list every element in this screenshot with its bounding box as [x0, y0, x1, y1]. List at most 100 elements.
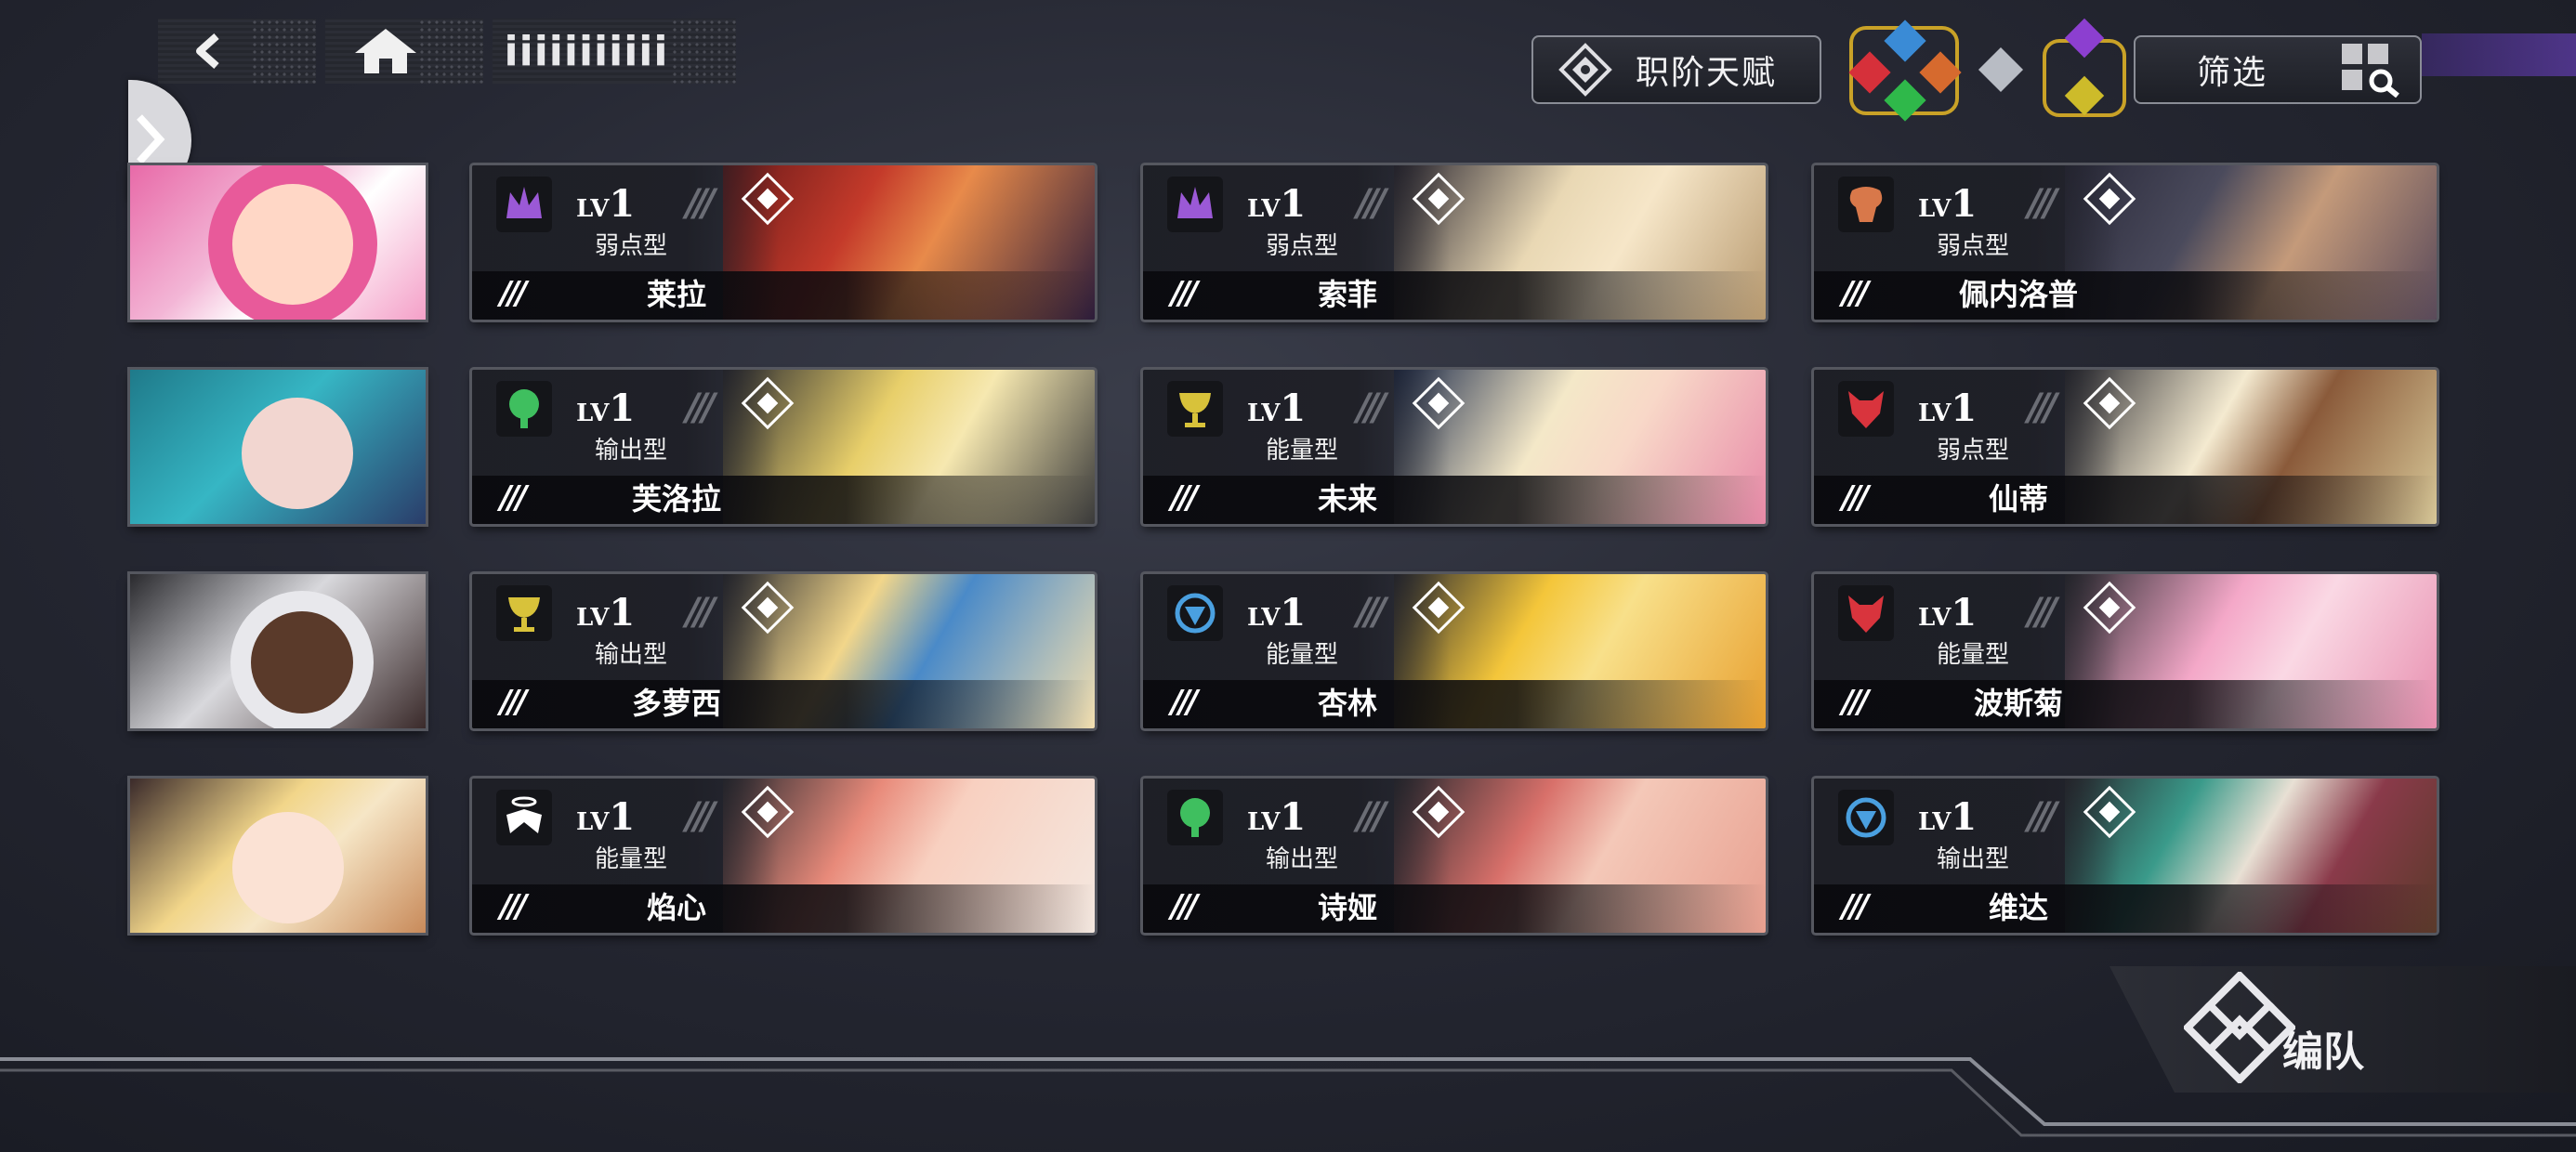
- decor-slash: ///: [686, 182, 716, 225]
- character-name: 芙洛拉: [631, 481, 721, 517]
- character-card[interactable]: LV1 /// 能量型 /// 焰心: [472, 779, 1095, 933]
- decor-slash: ///: [1357, 795, 1387, 838]
- level-number: 1: [1280, 591, 1307, 635]
- chalice-icon: [1167, 381, 1223, 437]
- class-talent-button[interactable]: 职阶天赋: [1531, 35, 1821, 104]
- tree-icon: [496, 381, 552, 437]
- filter-button[interactable]: 筛选: [2134, 35, 2422, 104]
- star-rating: ///: [1171, 684, 1198, 721]
- class-type: 弱点型: [595, 232, 668, 260]
- character-name: 仙蒂: [1988, 481, 2048, 517]
- decor-slash: ///: [2028, 182, 2057, 225]
- shield-icon: [1167, 585, 1223, 641]
- star-rating: ///: [1842, 275, 1869, 312]
- level-number: 1: [1280, 386, 1307, 430]
- star-rating: ///: [1171, 275, 1198, 312]
- character-card[interactable]: LV1 /// 能量型 /// 未来: [1143, 370, 1766, 524]
- character-card[interactable]: LV1 /// 输出型 /// 多萝西: [472, 574, 1095, 728]
- back-button[interactable]: [158, 19, 316, 84]
- level-number: 1: [609, 386, 636, 430]
- level-number: 1: [1951, 795, 1978, 839]
- class-type: 能量型: [1266, 437, 1339, 465]
- team-slot-portrait-3[interactable]: [130, 574, 426, 728]
- character-name: 诗娅: [1317, 890, 1377, 925]
- character-card[interactable]: LV1 /// 能量型 /// 波斯菊: [1814, 574, 2437, 728]
- neutral-element-icon[interactable]: [1978, 46, 2024, 93]
- decor-slash: ///: [1357, 182, 1387, 225]
- class-type: 输出型: [1266, 845, 1339, 873]
- formation-button[interactable]: 编队: [2109, 966, 2576, 1093]
- home-icon: [355, 29, 416, 73]
- star-rating: ///: [500, 888, 527, 925]
- formation-label: 编队: [2282, 1028, 2364, 1076]
- star-rating: ///: [1171, 479, 1198, 517]
- crown-icon: [1167, 177, 1223, 232]
- character-card[interactable]: LV1 /// 能量型 /// 杏林: [1143, 574, 1766, 728]
- wolf-icon: [1838, 585, 1894, 641]
- star-rating: ///: [500, 479, 527, 517]
- decor-slash: ///: [2028, 386, 2057, 429]
- level-label: LV: [1918, 399, 1952, 427]
- character-face: [242, 398, 353, 509]
- level-label: LV: [1247, 604, 1281, 632]
- character-card[interactable]: LV1 /// 输出型 /// 维达: [1814, 779, 2437, 933]
- class-type: 弱点型: [1937, 437, 2010, 465]
- character-card[interactable]: LV1 /// 弱点型 /// 仙蒂: [1814, 370, 2437, 524]
- title-tab[interactable]: iiiiiiiiiii: [493, 19, 736, 84]
- level-number: 1: [1951, 591, 1978, 635]
- wings-icon: [496, 790, 552, 845]
- character-name: 焰心: [646, 890, 706, 925]
- class-type: 能量型: [1266, 641, 1339, 669]
- filter-grid-search-icon: [2342, 44, 2399, 98]
- team-slot-portrait-1[interactable]: [130, 165, 426, 320]
- level-number: 1: [1280, 182, 1307, 226]
- level-label: LV: [1918, 808, 1952, 836]
- star-rating: ///: [1842, 479, 1869, 517]
- class-type: 能量型: [1937, 641, 2010, 669]
- crown-icon: [496, 177, 552, 232]
- talent-diamond-icon: [1558, 43, 1612, 97]
- decor-slash: ///: [686, 795, 716, 838]
- character-name: 波斯菊: [1973, 686, 2063, 721]
- character-name: 索菲: [1317, 277, 1377, 312]
- tree-icon: [1167, 790, 1223, 845]
- character-face: [251, 611, 353, 713]
- class-type: 弱点型: [1937, 232, 2010, 260]
- character-card[interactable]: LV1 /// 弱点型 /// 索菲: [1143, 165, 1766, 320]
- texture: [251, 19, 316, 84]
- home-button[interactable]: [325, 19, 483, 84]
- filter-label: 筛选: [2197, 54, 2268, 92]
- team-slot-portrait-2[interactable]: [130, 370, 426, 524]
- chalice-icon: [496, 585, 552, 641]
- element-filter-cluster[interactable]: [1848, 18, 2147, 122]
- class-talent-label: 职阶天赋: [1636, 54, 1778, 92]
- decor-slash: ///: [2028, 591, 2057, 634]
- star-rating: ///: [1842, 888, 1869, 925]
- star-rating: ///: [1842, 684, 1869, 721]
- level-number: 1: [609, 182, 636, 226]
- level-number: 1: [1951, 386, 1978, 430]
- formation-knot-icon: [2184, 972, 2295, 1083]
- class-type: 输出型: [595, 641, 668, 669]
- level-label: LV: [1918, 604, 1952, 632]
- character-card[interactable]: LV1 /// 弱点型 /// 莱拉: [472, 165, 1095, 320]
- level-label: LV: [576, 604, 610, 632]
- decor-slash: ///: [686, 591, 716, 634]
- team-slot-portrait-4[interactable]: [130, 779, 426, 933]
- decor-slash: ///: [1357, 386, 1387, 429]
- character-name: 杏林: [1317, 686, 1377, 721]
- character-name: 未来: [1317, 481, 1377, 517]
- star-rating: ///: [500, 275, 527, 312]
- wolf-icon: [1838, 381, 1894, 437]
- class-type: 能量型: [595, 845, 668, 873]
- nav-title: iiiiiiiiiii: [504, 27, 669, 75]
- decor-slash: ///: [1357, 591, 1387, 634]
- star-rating: ///: [500, 684, 527, 721]
- character-card[interactable]: LV1 /// 输出型 /// 诗娅: [1143, 779, 1766, 933]
- character-name: 莱拉: [646, 277, 706, 312]
- level-label: LV: [576, 808, 610, 836]
- character-card[interactable]: LV1 /// 输出型 /// 芙洛拉: [472, 370, 1095, 524]
- class-type: 输出型: [1937, 845, 2010, 873]
- class-type: 弱点型: [1266, 232, 1339, 260]
- character-card[interactable]: LV1 /// 弱点型 /// 佩内洛普: [1814, 165, 2437, 320]
